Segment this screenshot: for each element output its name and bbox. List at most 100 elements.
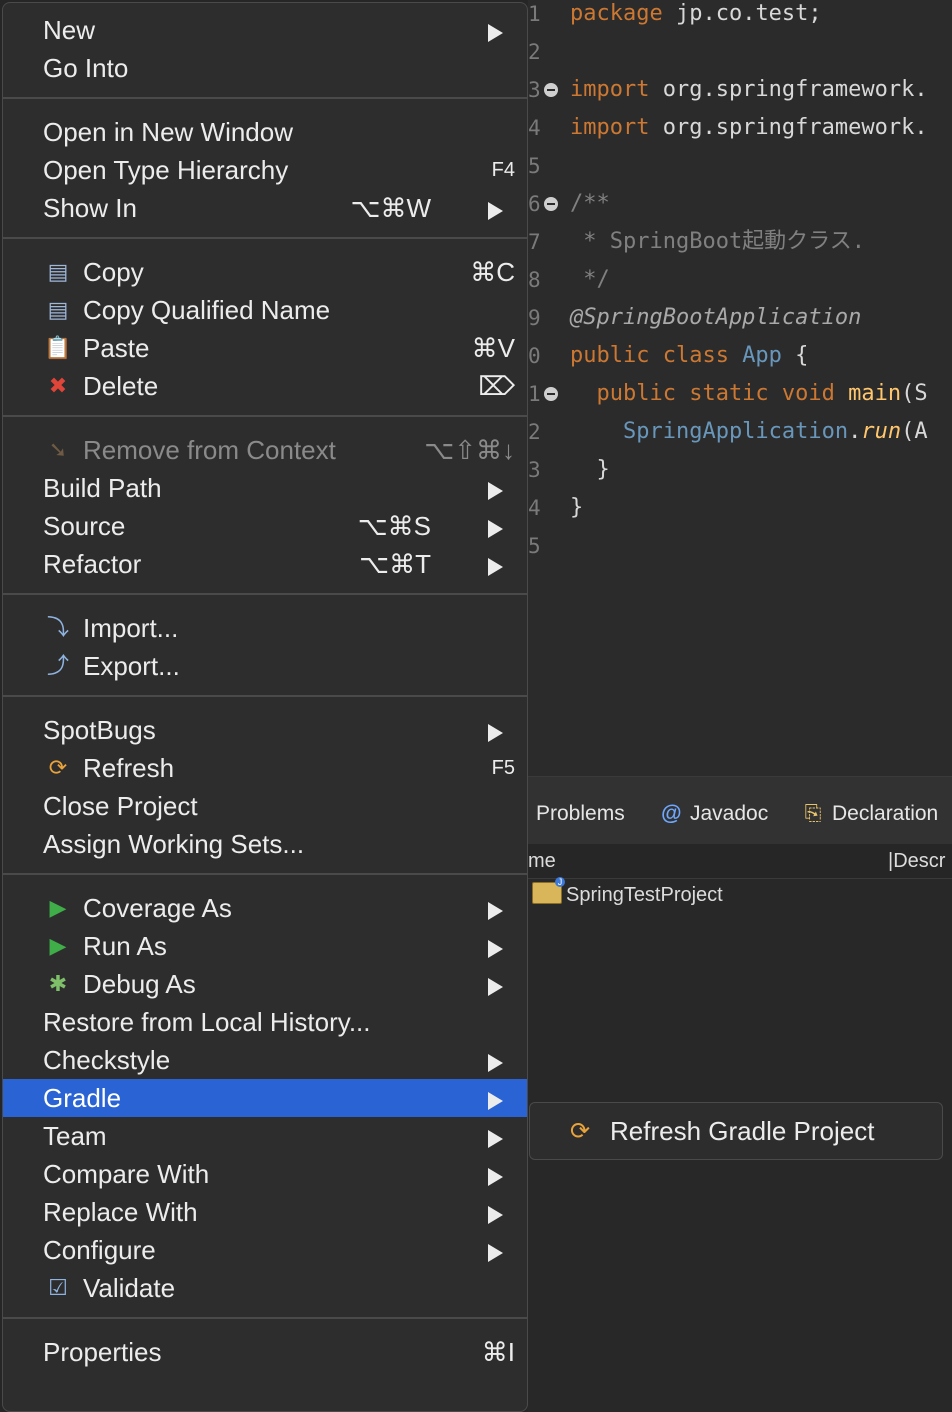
submenu-arrow-icon [488, 1054, 503, 1072]
code-line[interactable]: 0 public class App { [528, 337, 952, 375]
code-token: jp.co.test; [675, 1, 822, 26]
menu-item-remove-from-context: ➘ Remove from Context ⌥⇧⌘↓ [3, 431, 527, 469]
menu-item-checkstyle[interactable]: Checkstyle [3, 1041, 527, 1079]
menu-item-export[interactable]: ⤴ Export... [3, 647, 527, 685]
menu-item-refactor[interactable]: Refactor ⌥⌘T [3, 545, 527, 583]
menu-item-label: Properties [43, 1337, 162, 1367]
menu-item-gradle[interactable]: Gradle [3, 1079, 527, 1117]
line-number: 2 [528, 40, 541, 64]
code-line[interactable]: 4 import org.springframework. [528, 109, 952, 147]
submenu-arrow-icon [488, 724, 503, 742]
menu-item-paste[interactable]: 📋 Paste ⌘V [3, 329, 527, 367]
code-line[interactable]: 6/** [528, 185, 952, 223]
code-text: import org.springframework. [570, 71, 928, 109]
line-number: 7 [528, 230, 541, 254]
code-token: (S [901, 381, 928, 406]
shortcut-label: ⌥⇧⌘↓ [424, 435, 515, 465]
code-line[interactable]: 8 */ [528, 261, 952, 299]
menu-item-open-in-new-window[interactable]: Open in New Window [3, 113, 527, 151]
menu-item-open-type-hierarchy[interactable]: Open Type Hierarchy F4 [3, 151, 527, 189]
menu-item-label: Open Type Hierarchy [43, 155, 289, 185]
panel-tab-bar: Problems @ Javadoc ⎘ Declaration [528, 776, 952, 845]
menu-item-delete[interactable]: ✖ Delete ⌦ [3, 367, 527, 405]
remove-from-context-icon: ➘ [48, 437, 68, 462]
code-line[interactable]: 9 @SpringBootApplication [528, 299, 952, 337]
menu-item-refresh[interactable]: ⟳ Refresh F5 [3, 749, 527, 787]
submenu-arrow-icon [488, 902, 503, 920]
menu-item-replace-with[interactable]: Replace With [3, 1193, 527, 1231]
code-line[interactable]: 5 [528, 147, 952, 185]
submenu-arrow-icon [488, 1168, 503, 1186]
code-line[interactable]: 1 public static void main(S [528, 375, 952, 413]
code-line[interactable]: 2 SpringApplication.run(A [528, 413, 952, 451]
code-line[interactable]: 7 * SpringBoot起動クラス. [528, 223, 952, 261]
submenu-arrow-icon [488, 520, 503, 538]
submenu-arrow-icon [488, 482, 503, 500]
menu-item-copy-qualified-name[interactable]: ▤ Copy Qualified Name [3, 291, 527, 329]
code-line[interactable]: 1 package jp.co.test; [528, 0, 952, 33]
code-token: . [848, 419, 862, 444]
fold-icon[interactable] [544, 387, 558, 401]
code-line[interactable]: 3 import org.springframework. [528, 71, 952, 109]
code-text: */ [570, 261, 610, 299]
menu-item-label: Open in New Window [43, 117, 293, 147]
column-description[interactable]: |Descr [888, 844, 945, 878]
menu-item-import[interactable]: ⤵ Import... [3, 609, 527, 647]
project-tree-item[interactable]: J SpringTestProject [532, 877, 723, 910]
submenu-arrow-icon [488, 1206, 503, 1224]
code-line[interactable]: 3 } [528, 451, 952, 489]
menu-item-team[interactable]: Team [3, 1117, 527, 1155]
menu-item-go-into[interactable]: Go Into [3, 49, 527, 87]
menu-item-label: Source [43, 511, 126, 541]
menu-item-label: New [43, 15, 96, 45]
menu-item-build-path[interactable]: Build Path [3, 469, 527, 507]
menu-item-properties[interactable]: Properties ⌘I [3, 1333, 527, 1371]
menu-item-coverage-as[interactable]: ▶ Coverage As [3, 889, 527, 927]
code-line[interactable]: 2 [528, 33, 952, 71]
code-token: SpringApplication [570, 419, 849, 444]
code-line[interactable]: 4} [528, 489, 952, 527]
tab-declaration[interactable]: ⎘ Declaration [800, 799, 939, 829]
code-token: public static void [570, 381, 849, 406]
menu-item-label: Debug As [83, 969, 196, 999]
menu-item-restore-from-local-history[interactable]: Restore from Local History... [3, 1003, 527, 1041]
menu-item-assign-working-sets[interactable]: Assign Working Sets... [3, 825, 527, 863]
menu-item-new[interactable]: New [3, 11, 527, 49]
menu-separator [3, 237, 527, 239]
menu-item-compare-with[interactable]: Compare With [3, 1155, 527, 1193]
menu-item-spotbugs[interactable]: SpotBugs [3, 711, 527, 749]
menu-item-close-project[interactable]: Close Project [3, 787, 527, 825]
menu-item-validate[interactable]: ☑ Validate [3, 1269, 527, 1307]
menu-item-run-as[interactable]: ▶ Run As [3, 927, 527, 965]
shortcut-label: F5 [491, 757, 515, 779]
fold-icon[interactable] [544, 83, 558, 97]
line-number: 2 [528, 420, 541, 444]
menu-item-configure[interactable]: Configure [3, 1231, 527, 1269]
menu-item-label: Refresh Gradle Project [610, 1116, 875, 1146]
fold-icon[interactable] [544, 197, 558, 211]
menu-item-show-in[interactable]: Show In ⌥⌘W [3, 189, 527, 227]
shortcut-label: ⌘C [470, 257, 515, 287]
menu-item-copy[interactable]: ▤ Copy ⌘C [3, 253, 527, 291]
menu-item-label: Configure [43, 1235, 156, 1265]
tab-javadoc[interactable]: @ Javadoc [658, 799, 768, 829]
javadoc-icon: @ [660, 802, 682, 825]
shortcut-label: ⌘I [481, 1337, 515, 1367]
table-header: me |Descr [528, 844, 952, 879]
submenu-arrow-icon [488, 24, 503, 42]
menu-item-label: Delete [83, 371, 159, 401]
line-number: 5 [528, 154, 541, 178]
menu-item-label: Close Project [43, 791, 198, 821]
export-icon: ⤴ [46, 653, 69, 678]
menu-item-source[interactable]: Source ⌥⌘S [3, 507, 527, 545]
tab-problems[interactable]: Problems [536, 799, 625, 829]
menu-item-label: Refresh [83, 753, 175, 783]
code-line[interactable]: 5 [528, 527, 952, 565]
menu-item-debug-as[interactable]: ✱ Debug As [3, 965, 527, 1003]
refresh-gradle-project-item[interactable]: ⟳ Refresh Gradle Project [530, 1103, 942, 1159]
menu-item-label: Team [43, 1121, 107, 1151]
menu-separator [3, 415, 527, 417]
refresh-icon: ⟳ [570, 1118, 591, 1145]
code-editor[interactable]: 1 package jp.co.test; 2 3 import org.springf… [528, 0, 952, 776]
column-name[interactable]: me [528, 844, 556, 878]
